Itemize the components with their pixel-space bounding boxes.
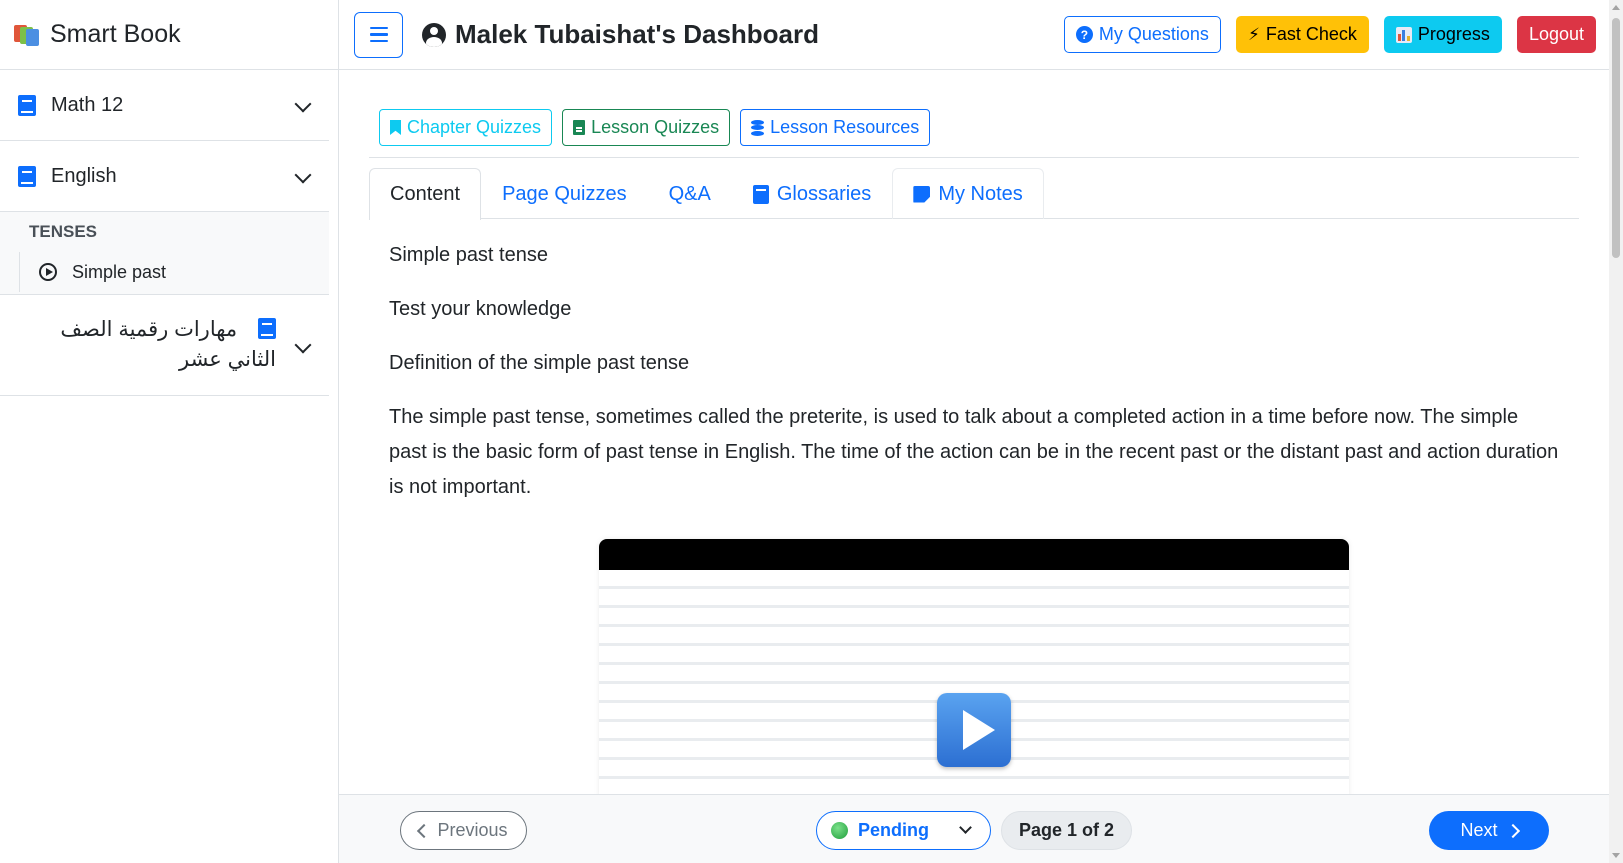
books-logo-icon: [14, 23, 40, 47]
lesson-group-tenses: TENSES Simple past: [0, 211, 329, 295]
tab-page-quizzes[interactable]: Page Quizzes: [481, 168, 648, 219]
book-icon: [18, 165, 36, 187]
pagination-bar: Previous Pending Page 1 of 2 Next: [339, 794, 1609, 863]
course-label: مهارات رقمية الصف الثاني عشر: [18, 315, 276, 375]
next-label: Next: [1460, 820, 1498, 840]
page-indicator: Page 1 of 2: [1001, 811, 1132, 850]
tab-glossaries[interactable]: Glossaries: [732, 168, 892, 219]
tab-label: My Notes: [938, 182, 1023, 205]
file-text-icon: [573, 120, 586, 135]
book-icon: [258, 318, 276, 339]
lesson-resources-label: Lesson Resources: [770, 117, 920, 137]
sticky-note-icon: [913, 185, 931, 203]
lesson-quizzes-button[interactable]: Lesson Quizzes: [562, 109, 731, 146]
progress-button[interactable]: Progress: [1383, 16, 1502, 53]
scroll-up-icon[interactable]: [1612, 5, 1620, 10]
logout-label: Logout: [1528, 24, 1584, 44]
tab-qa[interactable]: Q&A: [648, 168, 732, 219]
sidebar-course-english[interactable]: English: [0, 141, 329, 211]
next-button[interactable]: Next: [1429, 811, 1549, 850]
question-circle-icon: ?: [1075, 26, 1093, 43]
tab-label: Page Quizzes: [502, 182, 627, 205]
brand[interactable]: Smart Book: [0, 0, 338, 70]
book-icon: [752, 184, 769, 204]
course-label-text: مهارات رقمية الصف الثاني عشر: [60, 318, 276, 371]
video-top-bar: [599, 539, 1349, 570]
course-label: Math 12: [51, 93, 124, 116]
lesson-content: Simple past tense Test your knowledge De…: [369, 238, 1579, 505]
status-dot-icon: [831, 822, 848, 839]
logout-button[interactable]: Logout: [1516, 16, 1596, 53]
sidebar-course-math-12[interactable]: Math 12: [0, 70, 329, 141]
page-title: Malek Tubaishat's Dashboard: [455, 19, 820, 49]
lightning-icon: ⚡: [1247, 24, 1260, 44]
header-actions: ? My Questions ⚡ Fast Check Progress Log…: [1063, 16, 1596, 53]
lesson-resources-button[interactable]: Lesson Resources: [740, 109, 931, 146]
tab-my-notes[interactable]: My Notes: [892, 168, 1044, 219]
progress-label: Progress: [1417, 24, 1490, 44]
my-questions-label: My Questions: [1098, 24, 1209, 44]
tab-content[interactable]: Content: [369, 168, 482, 220]
tab-label: Content: [390, 183, 461, 205]
sidebar-course-digital-skills[interactable]: مهارات رقمية الصف الثاني عشر: [0, 295, 329, 396]
page-scrollbar[interactable]: [1609, 0, 1623, 863]
menu-toggle-button[interactable]: [354, 11, 403, 58]
tab-label: Q&A: [668, 182, 711, 205]
database-icon: [751, 119, 765, 136]
scroll-thumb[interactable]: [1612, 18, 1620, 258]
video-player[interactable]: [599, 539, 1349, 799]
book-icon: [18, 94, 36, 116]
play-icon[interactable]: [937, 693, 1011, 767]
fast-check-button[interactable]: ⚡ Fast Check: [1235, 16, 1369, 53]
scroll-down-icon[interactable]: [1612, 853, 1620, 858]
content-line: Test your knowledge: [389, 298, 572, 320]
content-line: Definition of the simple past tense: [389, 352, 690, 374]
chevron-down-icon: [959, 821, 972, 834]
fast-check-label: Fast Check: [1265, 24, 1357, 44]
group-title: TENSES: [29, 222, 98, 241]
status-select[interactable]: Pending: [816, 811, 991, 850]
chevron-left-icon: [417, 823, 432, 838]
content-paragraph: The simple past tense, sometimes called …: [389, 406, 1559, 498]
brand-title: Smart Book: [50, 20, 181, 48]
content-heading: Simple past tense: [389, 244, 548, 266]
content-tabs: Content Page Quizzes Q&A Glossaries My N…: [369, 168, 1579, 220]
previous-label: Previous: [437, 820, 508, 840]
chapter-quizzes-button[interactable]: Chapter Quizzes: [379, 109, 553, 146]
lesson-label: Simple past: [72, 261, 167, 282]
play-circle-icon: [39, 263, 57, 281]
resource-buttons: Chapter Quizzes Lesson Quizzes Lesson Re…: [369, 70, 1579, 158]
tab-label: Glossaries: [776, 182, 872, 205]
chapter-quizzes-label: Chapter Quizzes: [407, 117, 542, 137]
previous-button[interactable]: Previous: [400, 811, 527, 850]
my-questions-button[interactable]: ? My Questions: [1063, 16, 1221, 53]
chevron-right-icon: [1505, 823, 1520, 838]
sidebar: Smart Book Math 12 English TENSES Simple…: [0, 0, 339, 863]
status-label: Pending: [858, 820, 929, 840]
bar-chart-icon: [1395, 26, 1412, 43]
main-content: Chapter Quizzes Lesson Quizzes Lesson Re…: [369, 70, 1579, 799]
top-bar: Malek Tubaishat's Dashboard ? My Questio…: [339, 0, 1609, 70]
lesson-item-simple-past[interactable]: Simple past: [19, 252, 329, 292]
course-label: English: [51, 164, 117, 187]
user-circle-icon: [422, 22, 446, 47]
lesson-quizzes-label: Lesson Quizzes: [591, 117, 720, 137]
bookmark-icon: [390, 120, 401, 135]
